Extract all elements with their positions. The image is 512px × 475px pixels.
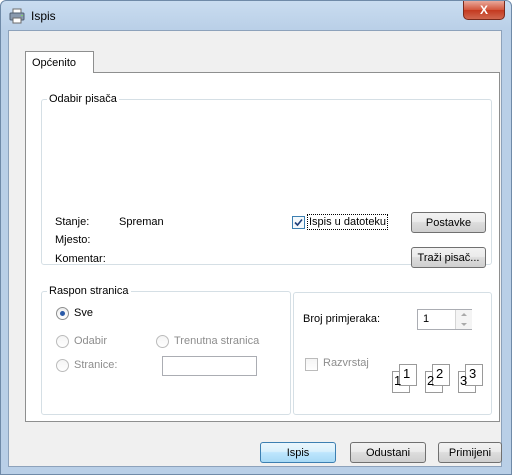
printer-icon (9, 8, 25, 24)
collate-checkbox[interactable] (305, 358, 318, 371)
printer-select-legend: Odabir pisača (49, 93, 117, 105)
preferences-button[interactable]: Postavke (411, 212, 486, 233)
location-label: Mjesto: (55, 234, 91, 246)
copies-spinner[interactable] (455, 310, 472, 329)
print-to-file-label[interactable]: Ispis u datoteku (307, 214, 389, 230)
status-value: Spreman (119, 216, 164, 228)
tab-general[interactable]: Općenito (25, 51, 94, 73)
find-printer-button-label: Traži pisač... (417, 251, 480, 264)
tab-panel-general: Odabir pisača Stanje: Spreman Mjesto: Ko… (25, 72, 500, 422)
comment-label: Komentar: (55, 253, 106, 265)
range-pages-radio[interactable] (56, 359, 69, 372)
title-bar[interactable]: Ispis (1, 1, 511, 31)
range-current-page-label[interactable]: Trenutna stranica (174, 335, 259, 347)
close-icon: X (479, 3, 488, 17)
collate-page-number: 2 (436, 366, 444, 381)
range-current-page-radio[interactable] (156, 335, 169, 348)
print-button[interactable]: Ispis (260, 442, 336, 463)
collate-label[interactable]: Razvrstaj (323, 357, 369, 369)
collate-page-number: 1 (403, 366, 411, 381)
apply-button-label: Primijeni (448, 446, 492, 459)
printer-select-group: Odabir pisača (41, 93, 492, 265)
range-all-label[interactable]: Sve (74, 307, 93, 319)
tab-general-label: Općenito (32, 57, 77, 69)
range-selection-radio[interactable] (56, 335, 69, 348)
print-button-label: Ispis (286, 446, 310, 459)
apply-button[interactable]: Primijeni (438, 442, 502, 463)
checkmark-icon (294, 218, 303, 227)
copies-value: 1 (423, 313, 430, 325)
find-printer-button[interactable]: Traži pisač... (411, 247, 486, 268)
collate-page-number: 3 (460, 373, 468, 388)
range-selection-label[interactable]: Odabir (74, 335, 107, 347)
spin-down-icon[interactable] (456, 320, 472, 329)
range-pages-label[interactable]: Stranice: (74, 359, 117, 371)
collate-page-number: 3 (469, 366, 477, 381)
spin-up-icon[interactable] (456, 310, 472, 319)
collate-page-number: 2 (427, 373, 435, 388)
pages-input[interactable] (162, 356, 257, 376)
page-range-group: Raspon stranica (41, 285, 291, 415)
copies-label: Broj primjeraka: (303, 313, 381, 325)
page-range-legend: Raspon stranica (49, 285, 129, 297)
window-title: Ispis (31, 9, 56, 23)
range-all-radio[interactable] (56, 307, 69, 320)
cancel-button[interactable]: Odustani (350, 442, 426, 463)
status-label: Stanje: (55, 216, 90, 228)
radio-selected-dot (60, 311, 65, 316)
collate-page-number: 1 (394, 373, 402, 388)
preferences-button-label: Postavke (425, 216, 472, 229)
print-to-file-checkbox[interactable] (292, 216, 305, 229)
cancel-button-label: Odustani (365, 446, 411, 459)
close-button[interactable]: X (463, 1, 505, 20)
